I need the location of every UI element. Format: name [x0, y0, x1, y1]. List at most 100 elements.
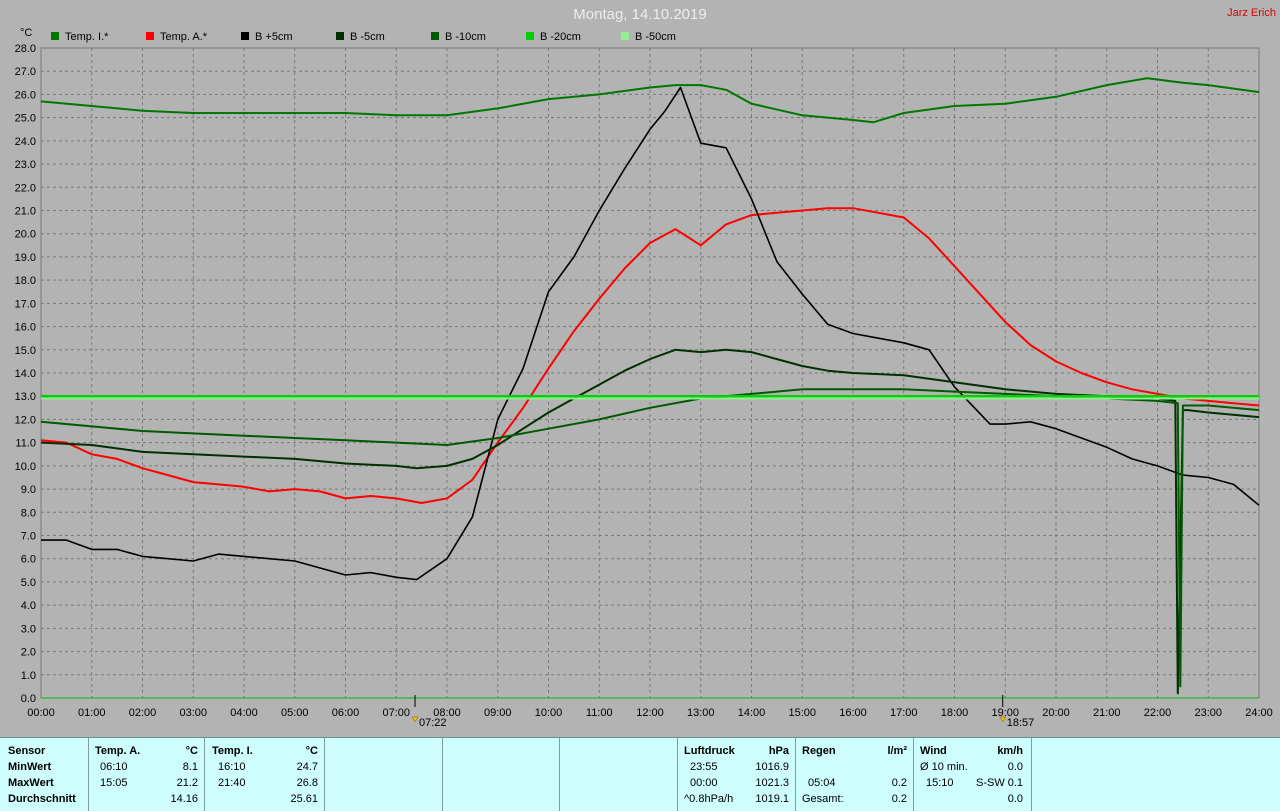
stats-col-sensor: Sensor MinWert MaxWert Durchschnitt — [0, 738, 89, 811]
legend-item-temp-i: Temp. I.* — [51, 31, 108, 43]
luftdruck-max-value: 1021.3 — [755, 777, 789, 789]
regen-total-label: Gesamt: — [802, 793, 844, 805]
y-tick-label: 19.0 — [15, 252, 36, 264]
regen-max-time: 05:04 — [808, 777, 836, 789]
stats-col-regen: Regen l/m² 05:04 0.2 Gesamt: 0.2 — [796, 738, 914, 811]
y-tick-label: 20.0 — [15, 229, 36, 241]
x-tick-label: 14:00 — [738, 707, 766, 719]
y-tick-label: 21.0 — [15, 206, 36, 218]
luftdruck-current-value: 1019.1 — [755, 793, 789, 805]
stats-col-empty-2 — [443, 738, 560, 811]
legend-item-b-minus50: B -50cm — [621, 31, 676, 43]
legend-label: Temp. A.* — [160, 31, 208, 43]
y-tick-label: 8.0 — [21, 507, 36, 519]
minwert-label: MinWert — [8, 761, 52, 773]
legend-label: B +5cm — [255, 31, 293, 43]
legend-swatch — [146, 32, 154, 41]
event-marker-label: 18:57 — [1007, 717, 1035, 729]
x-tick-label: 24:00 — [1245, 707, 1273, 719]
stats-col-temp-a: Temp. A. °C 06:10 8.1 15:05 21.2 14.16 — [89, 738, 205, 811]
luftdruck-header: Luftdruck — [684, 745, 735, 757]
sensor-header: Sensor — [8, 745, 46, 757]
x-tick-label: 12:00 — [636, 707, 664, 719]
y-tick-label: 24.0 — [15, 136, 36, 148]
legend-item-b-plus5: B +5cm — [241, 31, 293, 43]
x-tick-label: 10:00 — [535, 707, 563, 719]
y-tick-label: 2.0 — [21, 647, 36, 659]
y-tick-label: 14.0 — [15, 368, 36, 380]
legend-swatch — [621, 32, 629, 41]
luftdruck-min-value: 1016.9 — [755, 761, 789, 773]
stats-col-empty-1 — [325, 738, 443, 811]
y-tick-label: 6.0 — [21, 554, 36, 566]
legend-label: B -10cm — [445, 31, 486, 43]
temp-a-avg-value: 14.16 — [170, 793, 198, 805]
y-tick-label: 12.0 — [15, 414, 36, 426]
temp-a-min-value: 8.1 — [182, 761, 198, 773]
wind-max-time: 15:10 — [926, 777, 954, 789]
legend-item-temp-a: Temp. A.* — [146, 31, 207, 43]
y-tick-label: 22.0 — [15, 182, 36, 194]
regen-unit: l/m² — [887, 745, 907, 757]
durchschnitt-label: Durchschnitt — [8, 793, 76, 805]
sun-marker-icon — [999, 716, 1007, 723]
y-tick-label: 26.0 — [15, 89, 36, 101]
x-tick-label: 03:00 — [179, 707, 207, 719]
author-label: Jarz Erich — [1227, 7, 1276, 19]
legend-swatch — [241, 32, 249, 41]
temp-a-max-time: 15:05 — [100, 777, 128, 789]
stats-col-temp-i: Temp. I. °C 16:10 24.7 21:40 26.8 25.61 — [205, 738, 325, 811]
legend-item-b-minus5: B -5cm — [336, 31, 385, 43]
wind-unit: km/h — [997, 745, 1023, 757]
y-tick-label: 0.0 — [21, 693, 36, 705]
x-tick-label: 21:00 — [1093, 707, 1121, 719]
x-tick-label: 02:00 — [129, 707, 157, 719]
legend-label: B -50cm — [635, 31, 676, 43]
temp-a-min-time: 06:10 — [100, 761, 128, 773]
sun-marker-icon — [411, 716, 419, 723]
temp-i-unit: °C — [305, 745, 318, 757]
chart-title: Montag, 14.10.2019 — [573, 6, 707, 23]
y-tick-label: 18.0 — [15, 275, 36, 287]
y-tick-label: 9.0 — [21, 484, 36, 496]
legend-label: B -20cm — [540, 31, 581, 43]
x-tick-label: 09:00 — [484, 707, 512, 719]
regen-max-value: 0.2 — [891, 777, 907, 789]
x-tick-label: 04:00 — [230, 707, 258, 719]
series-line-b-5cm — [40, 348, 1260, 695]
legend-label: B -5cm — [350, 31, 385, 43]
y-tick-label: 28.0 — [15, 43, 36, 55]
x-tick-label: 17:00 — [890, 707, 918, 719]
y-tick-label: 5.0 — [21, 577, 36, 589]
y-tick-label: 1.0 — [21, 670, 36, 682]
x-tick-label: 07:00 — [382, 707, 410, 719]
temp-i-max-time: 21:40 — [218, 777, 246, 789]
y-tick-label: 7.0 — [21, 531, 36, 543]
temp-i-min-value: 24.7 — [296, 761, 318, 773]
x-tick-label: 06:00 — [332, 707, 360, 719]
x-tick-label: 05:00 — [281, 707, 309, 719]
y-tick-label: 27.0 — [15, 66, 36, 78]
legend-swatch — [526, 32, 534, 41]
x-tick-label: 15:00 — [788, 707, 816, 719]
luftdruck-trend: ^0.8hPa/h — [684, 793, 734, 805]
wind-max-direction: S-SW — [976, 777, 1005, 789]
temp-i-header: Temp. I. — [212, 745, 253, 757]
chart-grid — [40, 47, 1260, 699]
temp-a-max-value: 21.2 — [176, 777, 198, 789]
x-tick-label: 20:00 — [1042, 707, 1070, 719]
temp-a-header: Temp. A. — [95, 745, 141, 757]
temp-i-avg-value: 25.61 — [290, 793, 318, 805]
legend-swatch — [336, 32, 344, 41]
y-axis-label: °C — [20, 27, 32, 39]
x-tick-label: 13:00 — [687, 707, 715, 719]
legend-item-b-minus20: B -20cm — [526, 31, 581, 43]
x-tick-label: 23:00 — [1194, 707, 1222, 719]
x-tick-label: 11:00 — [586, 707, 613, 719]
stats-col-luftdruck: Luftdruck hPa 23:55 1016.9 00:00 1021.3 … — [678, 738, 796, 811]
y-tick-label: 4.0 — [21, 600, 36, 612]
wind-max-value: 0.1 — [1007, 777, 1023, 789]
legend-swatch — [51, 32, 59, 41]
y-tick-label: 3.0 — [21, 623, 36, 635]
x-tick-label: 16:00 — [839, 707, 867, 719]
